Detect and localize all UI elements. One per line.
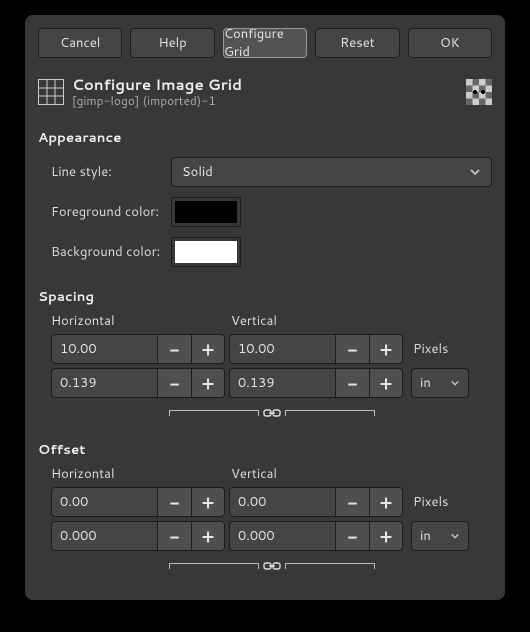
line-style-label: Line style: xyxy=(51,163,171,181)
configure-grid-dialog: Cancel Help Configure Grid Reset OK Conf… xyxy=(25,15,505,600)
offset-unit-select[interactable]: in xyxy=(411,521,469,551)
chevron-down-icon xyxy=(450,531,460,541)
dialog-header: Configure Image Grid [gimp-logo] (import… xyxy=(38,76,492,108)
offset-v-unit-input[interactable]: 0.000 xyxy=(229,521,335,551)
chevron-down-icon xyxy=(469,166,481,178)
background-color-label: Background color: xyxy=(51,243,171,261)
decrement-button[interactable]: − xyxy=(157,334,191,364)
link-line xyxy=(169,563,259,569)
ok-button[interactable]: OK xyxy=(408,28,492,58)
spacing-h-unit-spinner[interactable]: 0.139 − + xyxy=(51,368,225,398)
increment-button[interactable]: + xyxy=(369,334,403,364)
decrement-button[interactable]: − xyxy=(335,334,369,364)
foreground-color-label: Foreground color: xyxy=(51,203,171,221)
offset-horizontal-label: Horizontal xyxy=(51,465,231,483)
chevron-down-icon xyxy=(450,378,460,388)
offset-link-hv[interactable] xyxy=(51,559,492,573)
increment-button[interactable]: + xyxy=(191,334,225,364)
spacing-unit-select[interactable]: in xyxy=(411,368,469,398)
increment-button[interactable]: + xyxy=(191,521,225,551)
offset-v-unit-spinner[interactable]: 0.000 − + xyxy=(229,521,403,551)
increment-button[interactable]: + xyxy=(369,487,403,517)
spacing-unit-value: in xyxy=(420,374,431,392)
decrement-button[interactable]: − xyxy=(157,368,191,398)
spacing-h-unit-input[interactable]: 0.139 xyxy=(51,368,157,398)
link-line xyxy=(285,410,375,416)
line-style-select[interactable]: Solid xyxy=(171,157,492,187)
image-preview-icon xyxy=(466,79,492,105)
line-style-value: Solid xyxy=(182,163,213,181)
increment-button[interactable]: + xyxy=(369,368,403,398)
spacing-v-pixels-input[interactable]: 10.00 xyxy=(229,334,335,364)
decrement-button[interactable]: − xyxy=(157,487,191,517)
link-line xyxy=(285,563,375,569)
spacing-horizontal-label: Horizontal xyxy=(51,312,231,330)
spacing-v-unit-spinner[interactable]: 0.139 − + xyxy=(229,368,403,398)
link-line xyxy=(169,410,259,416)
decrement-button[interactable]: − xyxy=(335,521,369,551)
spacing-v-pixels-spinner[interactable]: 10.00 − + xyxy=(229,334,403,364)
appearance-section-title: Appearance xyxy=(38,128,492,147)
increment-button[interactable]: + xyxy=(191,368,225,398)
offset-h-pixels-input[interactable]: 0.00 xyxy=(51,487,157,517)
decrement-button[interactable]: − xyxy=(157,521,191,551)
spacing-link-hv[interactable] xyxy=(51,406,492,420)
offset-vertical-label: Vertical xyxy=(231,465,411,483)
offset-h-unit-input[interactable]: 0.000 xyxy=(51,521,157,551)
increment-button[interactable]: + xyxy=(369,521,403,551)
spacing-v-unit-input[interactable]: 0.139 xyxy=(229,368,335,398)
grid-icon xyxy=(38,79,64,105)
chain-link-icon xyxy=(263,559,281,573)
spacing-h-pixels-input[interactable]: 10.00 xyxy=(51,334,157,364)
background-color-button[interactable] xyxy=(171,237,241,267)
reset-button[interactable]: Reset xyxy=(315,28,399,58)
spacing-h-pixels-spinner[interactable]: 10.00 − + xyxy=(51,334,225,364)
offset-pixels-unit: Pixels xyxy=(413,493,449,511)
foreground-color-button[interactable] xyxy=(171,197,241,227)
offset-v-pixels-spinner[interactable]: 0.00 − + xyxy=(229,487,403,517)
offset-h-unit-spinner[interactable]: 0.000 − + xyxy=(51,521,225,551)
chain-link-icon xyxy=(263,406,281,420)
increment-button[interactable]: + xyxy=(191,487,225,517)
dialog-subtitle: [gimp-logo] (imported)-1 xyxy=(72,94,466,108)
spacing-pixels-unit: Pixels xyxy=(413,340,449,358)
spacing-section-title: Spacing xyxy=(38,287,492,306)
dialog-button-row: Cancel Help Configure Grid Reset OK xyxy=(38,28,492,58)
foreground-color-swatch xyxy=(175,201,237,223)
configure-grid-button[interactable]: Configure Grid xyxy=(223,28,307,58)
cancel-button[interactable]: Cancel xyxy=(38,28,122,58)
offset-section-title: Offset xyxy=(38,440,492,459)
decrement-button[interactable]: − xyxy=(335,368,369,398)
offset-unit-value: in xyxy=(420,527,431,545)
help-button[interactable]: Help xyxy=(130,28,214,58)
offset-v-pixels-input[interactable]: 0.00 xyxy=(229,487,335,517)
background-color-swatch xyxy=(175,241,237,263)
spacing-vertical-label: Vertical xyxy=(231,312,411,330)
decrement-button[interactable]: − xyxy=(335,487,369,517)
offset-h-pixels-spinner[interactable]: 0.00 − + xyxy=(51,487,225,517)
